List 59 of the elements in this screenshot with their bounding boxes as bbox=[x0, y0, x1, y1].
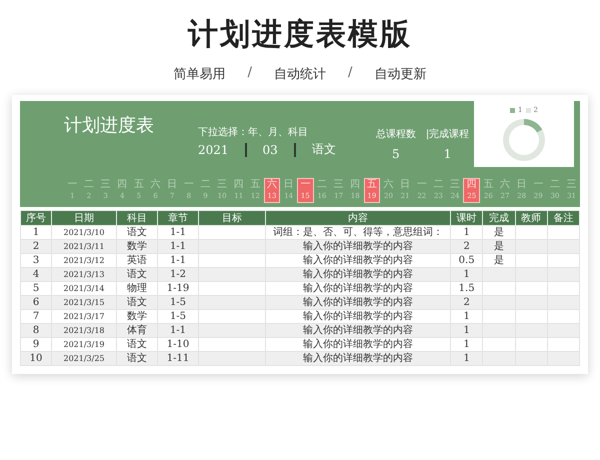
column-header: 备注 bbox=[547, 210, 580, 226]
column-header: 内容 bbox=[266, 210, 450, 226]
stat-label: 总课程数 bbox=[376, 128, 416, 141]
month-dropdown[interactable]: 03 bbox=[262, 142, 278, 156]
sheet-title: 计划进度表 bbox=[64, 114, 155, 137]
feature-label: 自动统计 bbox=[274, 66, 326, 83]
table-cell: 输入你的详细教学的内容 bbox=[266, 240, 450, 254]
column-header: 教师 bbox=[515, 210, 548, 226]
donut-chart-drawing bbox=[502, 118, 546, 162]
table-cell: 2021/3/18 bbox=[52, 324, 116, 338]
stat-value: 1 bbox=[444, 147, 452, 161]
table-cell: 2021/3/15 bbox=[52, 296, 116, 310]
table-cell: 2 bbox=[20, 240, 52, 254]
divider-mark bbox=[294, 142, 296, 156]
stat-label: |完成课程 bbox=[426, 128, 470, 141]
table-cell: 4 bbox=[20, 268, 52, 282]
table-cell: 1 bbox=[450, 324, 483, 338]
stat-value: 5 bbox=[392, 147, 400, 161]
column-header: 序号 bbox=[20, 210, 52, 226]
table-cell: 2 bbox=[450, 296, 483, 310]
table-cell: 语文 bbox=[116, 268, 158, 282]
table-cell: 输入你的详细教学的内容 bbox=[266, 324, 450, 338]
table-cell: 2021/3/25 bbox=[52, 352, 116, 366]
column-header: 科目 bbox=[116, 210, 158, 226]
table-cell: 1 bbox=[450, 352, 483, 366]
table-cell: 10 bbox=[20, 352, 52, 366]
column-header: 目标 bbox=[198, 210, 266, 226]
table-cell: 1 bbox=[450, 268, 483, 282]
table-cell: 数学 bbox=[116, 240, 158, 254]
table-cell: 输入你的详细教学的内容 bbox=[266, 296, 450, 310]
table-cell: 1-1 bbox=[158, 324, 198, 338]
table-cell: 1-2 bbox=[158, 268, 198, 282]
table-cell: 是 bbox=[482, 240, 515, 254]
column-header: 课时 bbox=[450, 210, 483, 226]
separator: / bbox=[348, 65, 352, 82]
table-cell: 输入你的详细教学的内容 bbox=[266, 352, 450, 366]
divider-mark bbox=[244, 142, 247, 156]
selector-label: 下拉选择：年、月、科目 bbox=[198, 126, 309, 139]
table-cell: 8 bbox=[20, 324, 52, 338]
table-cell: 2021/3/11 bbox=[52, 240, 116, 254]
table-cell: 1-5 bbox=[158, 296, 198, 310]
column-header: 章节 bbox=[158, 210, 198, 226]
table-cell: 输入你的详细教学的内容 bbox=[266, 268, 450, 282]
table-cell: 1-1 bbox=[158, 240, 198, 254]
table-cell: 语文 bbox=[116, 296, 158, 310]
table-cell: 6 bbox=[20, 296, 52, 310]
year-dropdown[interactable]: 2021 bbox=[198, 142, 229, 156]
subject-dropdown[interactable]: 语文 bbox=[312, 141, 336, 158]
separator: / bbox=[248, 65, 252, 82]
feature-label: 简单易用 bbox=[174, 66, 226, 83]
table-cell: 2 bbox=[450, 240, 483, 254]
table-cell: 体育 bbox=[116, 324, 158, 338]
table-cell: 2021/3/13 bbox=[52, 268, 116, 282]
feature-label: 自动更新 bbox=[374, 66, 426, 83]
column-header: 日期 bbox=[52, 210, 116, 226]
page-title: 计划进度表模版 bbox=[188, 16, 412, 54]
table-cell: 语文 bbox=[116, 352, 158, 366]
table-cell: 1-11 bbox=[158, 352, 198, 366]
column-header: 完成 bbox=[482, 210, 515, 226]
